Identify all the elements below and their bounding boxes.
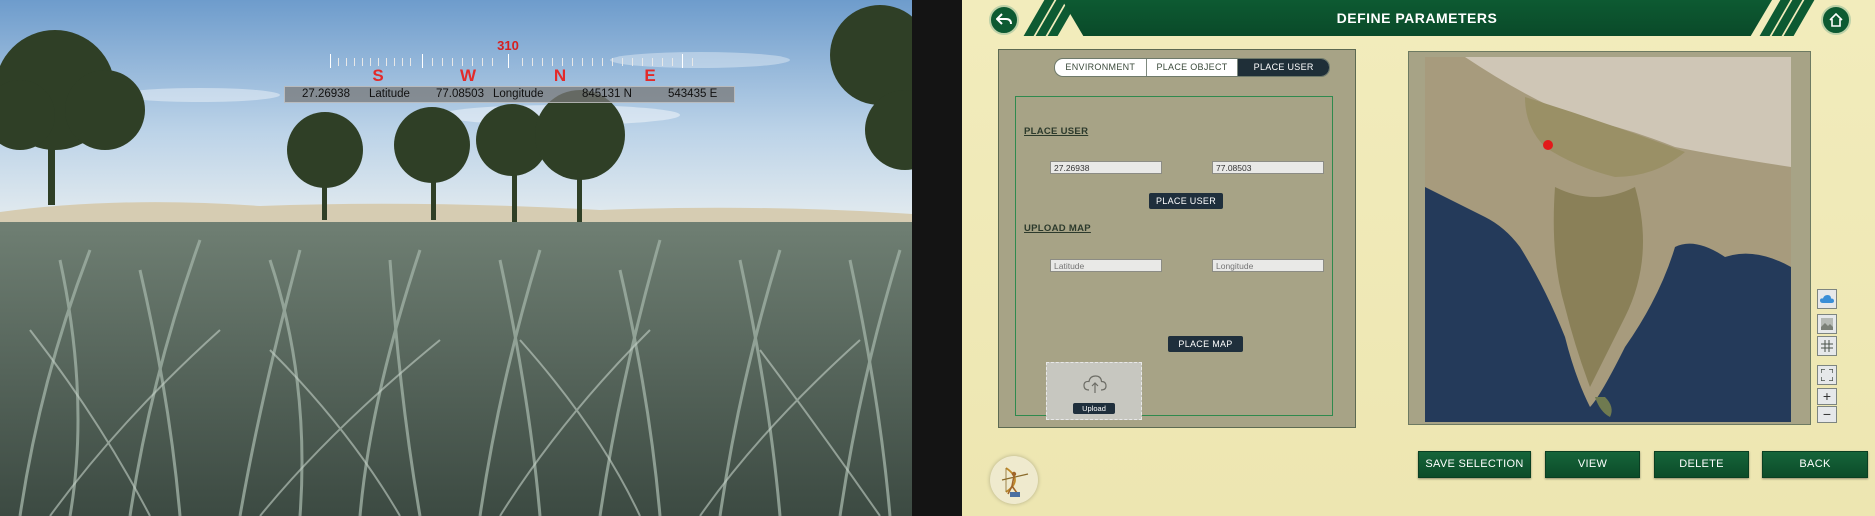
upload-label: Upload	[1073, 403, 1115, 414]
tab-place-object[interactable]: PLACE OBJECT	[1147, 59, 1239, 76]
compass-dir-east: E	[644, 66, 656, 85]
zoom-in-button[interactable]: +	[1817, 388, 1837, 405]
terrain-layer-icon	[1821, 318, 1833, 330]
game-viewport[interactable]: 310 S W N E 27.26938 Latitude 77.08503 L…	[0, 0, 912, 516]
northing-value: 845131 N	[582, 88, 632, 100]
back-arrow-icon	[996, 13, 1012, 25]
place-map-button[interactable]: PLACE MAP	[1168, 336, 1243, 352]
place-user-longitude-input[interactable]	[1212, 161, 1324, 174]
latitude-value: 27.26938	[302, 88, 350, 100]
view-button[interactable]: VIEW	[1545, 451, 1640, 478]
satellite-map[interactable]	[1425, 57, 1791, 422]
tab-bar: ENVIRONMENT PLACE OBJECT PLACE USER	[1054, 58, 1330, 77]
longitude-label: Longitude	[493, 88, 544, 100]
tab-environment[interactable]: ENVIRONMENT	[1055, 59, 1147, 76]
fullscreen-icon	[1821, 369, 1833, 381]
cloud-upload-icon	[1083, 375, 1107, 393]
map-tool-fullscreen[interactable]	[1817, 365, 1837, 385]
zoom-out-button[interactable]: −	[1817, 406, 1837, 423]
zoom-in-icon: +	[1822, 388, 1832, 404]
zoom-out-icon: −	[1822, 406, 1832, 422]
archer-logo	[990, 456, 1038, 504]
user-location-marker[interactable]	[1543, 140, 1553, 150]
back-button[interactable]: BACK	[1762, 451, 1868, 478]
place-user-latitude-input[interactable]	[1050, 161, 1162, 174]
upload-dropzone[interactable]: Upload	[1046, 362, 1142, 420]
delete-button[interactable]: DELETE	[1654, 451, 1749, 478]
page-title: DEFINE PARAMETERS	[1336, 10, 1498, 26]
home-icon	[1829, 13, 1843, 27]
map-tool-grid[interactable]	[1817, 336, 1837, 356]
upload-map-latitude-input[interactable]	[1050, 259, 1162, 272]
compass-heading: 310	[497, 38, 519, 53]
map-tool-terrain[interactable]	[1817, 314, 1837, 334]
compass-dir-west: W	[459, 66, 477, 85]
form-inner-box: PLACE USER PLACE USER UPLOAD MAP Upload …	[1015, 96, 1333, 420]
latitude-label: Latitude	[369, 88, 410, 100]
home-button[interactable]	[1821, 5, 1851, 35]
compass-dir-north: N	[553, 66, 567, 85]
panel-divider	[912, 0, 962, 516]
cloud-layer-icon	[1820, 295, 1834, 303]
place-user-section-label: PLACE USER	[1024, 126, 1089, 137]
archer-logo-icon	[1001, 467, 1029, 497]
parameters-form-box: ENVIRONMENT PLACE OBJECT PLACE USER PLAC…	[998, 49, 1356, 428]
tab-place-user[interactable]: PLACE USER	[1238, 59, 1329, 76]
save-selection-button[interactable]: SAVE SELECTION	[1418, 451, 1531, 478]
upload-map-longitude-input[interactable]	[1212, 259, 1324, 272]
easting-value: 543435 E	[668, 88, 718, 100]
place-user-button[interactable]: PLACE USER	[1149, 193, 1223, 209]
longitude-value: 77.08503	[436, 88, 484, 100]
compass-dir-south: S	[372, 66, 384, 85]
map-imagery	[1425, 57, 1791, 422]
upload-map-section-label: UPLOAD MAP	[1024, 223, 1091, 234]
define-parameters-panel: DEFINE PARAMETERS ENVIRONMENT PLACE OBJE…	[962, 0, 1875, 516]
back-nav-button[interactable]	[989, 5, 1019, 35]
grid-icon	[1821, 340, 1833, 352]
map-box	[1408, 51, 1811, 425]
coordinate-readout: 27.26938 Latitude 77.08503 Longitude 845…	[284, 86, 735, 103]
map-tool-cloud[interactable]	[1817, 289, 1837, 309]
